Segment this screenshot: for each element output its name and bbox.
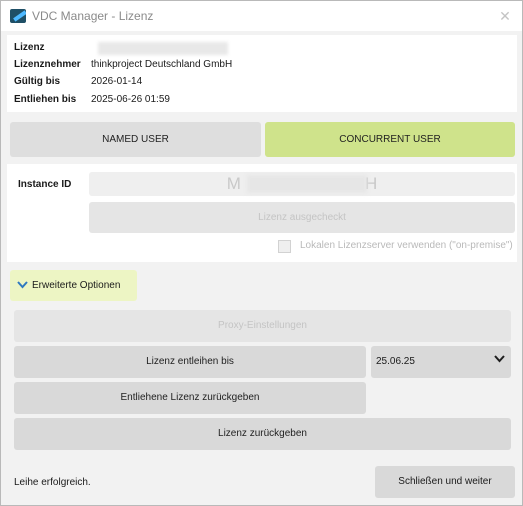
info-value: 2025-06-26 01:59 <box>91 94 170 105</box>
onprem-checkbox[interactable] <box>278 240 291 253</box>
concurrent-user-button[interactable]: CONCURRENT USER <box>265 122 515 157</box>
close-icon[interactable]: ✕ <box>494 5 516 27</box>
window-title: VDC Manager - Lizenz <box>32 9 154 23</box>
license-mode-selector: NAMED USER CONCURRENT USER <box>7 118 517 160</box>
return-borrowed-license-button[interactable]: Entliehene Lizenz zurückgeben <box>14 382 366 414</box>
info-label: Lizenznehmer <box>14 59 81 70</box>
instance-id-label: Instance ID <box>18 179 72 190</box>
license-checked-out-button[interactable]: Lizenz ausgecheckt <box>89 202 515 233</box>
advanced-options-panel: Erweiterte Optionen Proxy-Einstellungen … <box>7 265 517 455</box>
borrow-date-select[interactable]: 25.06.25 <box>371 346 511 378</box>
info-value: 2026-01-14 <box>91 76 143 87</box>
app-logo-icon <box>10 9 26 23</box>
info-value: thinkproject Deutschland GmbH <box>91 59 233 70</box>
named-user-button[interactable]: NAMED USER <box>10 122 261 157</box>
redacted-license-key <box>98 42 228 55</box>
instance-id-prefix: M <box>226 174 241 193</box>
title-bar: VDC Manager - Lizenz ✕ <box>1 1 522 31</box>
info-label: Entliehen bis <box>14 94 77 105</box>
chevron-down-icon <box>494 355 505 363</box>
instance-panel: Instance ID MH Lizenz ausgecheckt Lokale… <box>7 164 517 262</box>
license-info-panel: Lizenz Lizenznehmer thinkproject Deutsch… <box>7 35 517 112</box>
redacted-instance-id <box>247 175 367 193</box>
return-license-button[interactable]: Lizenz zurückgeben <box>14 418 511 450</box>
status-message: Leihe erfolgreich. <box>14 477 91 488</box>
onprem-checkbox-label: Lokalen Lizenzserver verwenden ("on-prem… <box>300 240 513 251</box>
borrow-license-button[interactable]: Lizenz entleihen bis <box>14 346 366 378</box>
instance-id-field[interactable]: MH <box>89 172 515 196</box>
info-label: Gültig bis <box>14 76 61 87</box>
advanced-options-toggle[interactable]: Erweiterte Optionen <box>10 270 137 301</box>
proxy-settings-button[interactable]: Proxy-Einstellungen <box>14 310 511 342</box>
close-and-continue-button[interactable]: Schließen und weiter <box>375 466 515 498</box>
chevron-down-icon <box>17 281 28 289</box>
info-label: Lizenz <box>14 42 45 53</box>
borrow-date-value: 25.06.25 <box>376 356 415 367</box>
advanced-options-label: Erweiterte Optionen <box>32 280 121 291</box>
license-dialog: VDC Manager - Lizenz ✕ Lizenz Lizenznehm… <box>0 0 523 506</box>
